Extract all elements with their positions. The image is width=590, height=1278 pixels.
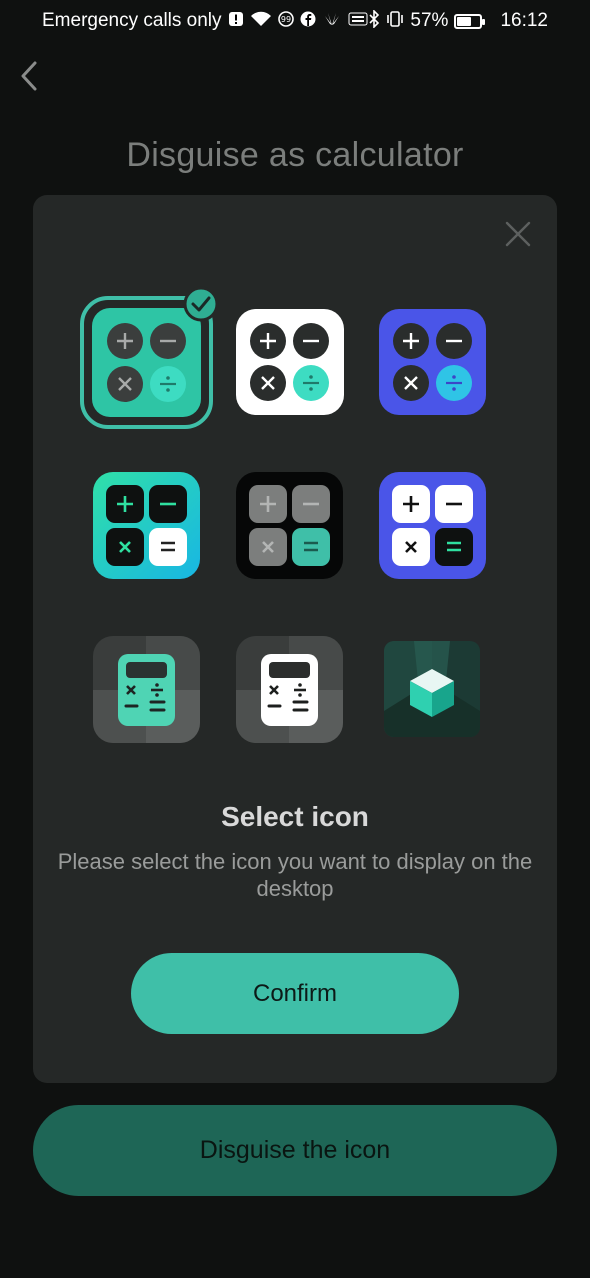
dialog-description: Please select the icon you want to displ…	[57, 849, 533, 901]
vibrate-icon	[386, 10, 404, 32]
disguise-icon-button[interactable]: Disguise the icon	[33, 1105, 557, 1196]
gradient-calculator-icon	[93, 472, 200, 579]
clock: 16:12	[500, 10, 548, 31]
battery-percent: 57%	[410, 10, 449, 31]
status-bar: Emergency calls only 99 57% 16:12	[0, 0, 590, 42]
huawei-icon	[322, 12, 342, 30]
white-handheld-calculator-icon	[236, 636, 343, 743]
chat-icon: 99	[277, 11, 294, 31]
icon-option-teal[interactable]	[80, 286, 219, 429]
page-title: Disguise as calculator	[126, 136, 464, 174]
bluetooth-icon	[368, 9, 380, 32]
wifi-icon	[250, 11, 272, 31]
temu-icon	[348, 12, 368, 30]
icon-option-dark[interactable]	[236, 472, 344, 580]
back-button[interactable]	[14, 56, 44, 96]
icon-option-gradient[interactable]	[93, 472, 201, 580]
carrier-text: Emergency calls only	[42, 10, 222, 31]
icon-option-cube[interactable]	[384, 641, 480, 737]
blue-calculator-icon	[379, 309, 486, 415]
select-icon-dialog: Select icon Please select the icon you w…	[33, 195, 557, 1083]
dark-calculator-icon	[236, 472, 343, 579]
facebook-icon	[300, 11, 316, 31]
cube-app-icon	[384, 641, 480, 737]
icon-option-blue[interactable]	[379, 309, 487, 417]
white-calculator-icon	[236, 309, 344, 415]
svg-text:99: 99	[280, 15, 290, 24]
teal-handheld-calculator-icon	[93, 636, 200, 743]
selected-check-icon	[183, 286, 219, 322]
blue-white-calculator-icon	[379, 472, 486, 579]
chevron-left-icon	[21, 61, 37, 91]
icon-option-blue-white[interactable]	[379, 472, 487, 580]
icon-option-teal-handheld[interactable]	[93, 636, 201, 744]
dialog-title: Select icon	[221, 801, 369, 832]
icon-option-white-handheld[interactable]	[236, 636, 344, 744]
close-button[interactable]	[503, 219, 533, 249]
alert-icon	[228, 11, 244, 31]
close-icon	[505, 221, 531, 247]
battery-icon	[454, 13, 486, 29]
confirm-button[interactable]: Confirm	[131, 953, 459, 1034]
icon-option-white[interactable]	[236, 309, 344, 417]
